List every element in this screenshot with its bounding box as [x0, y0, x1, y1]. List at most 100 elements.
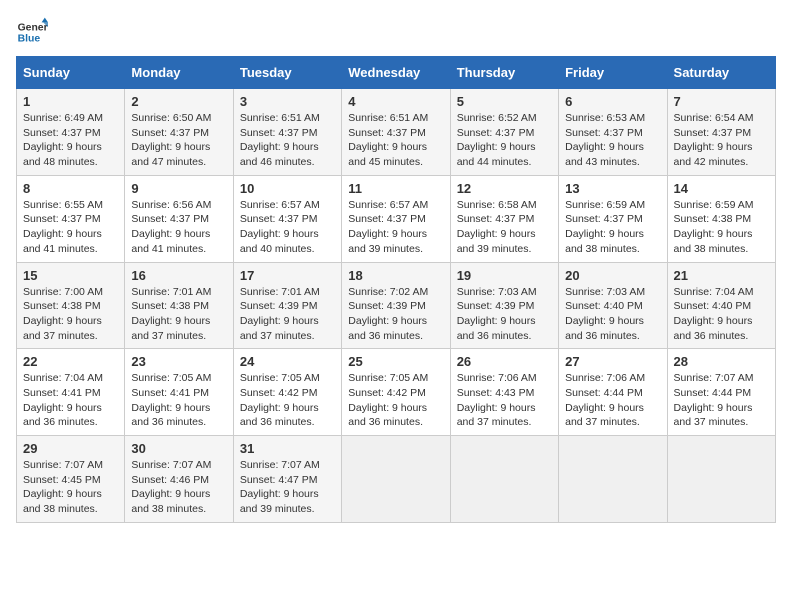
day-info: Sunrise: 6:58 AM Sunset: 4:37 PM Dayligh…	[457, 198, 552, 257]
day-cell: 28 Sunrise: 7:07 AM Sunset: 4:44 PM Dayl…	[667, 349, 775, 436]
day-info: Sunrise: 7:05 AM Sunset: 4:42 PM Dayligh…	[348, 371, 443, 430]
day-cell	[559, 436, 667, 523]
day-cell: 17 Sunrise: 7:01 AM Sunset: 4:39 PM Dayl…	[233, 262, 341, 349]
day-cell	[450, 436, 558, 523]
day-info: Sunrise: 7:04 AM Sunset: 4:41 PM Dayligh…	[23, 371, 118, 430]
day-info: Sunrise: 6:59 AM Sunset: 4:38 PM Dayligh…	[674, 198, 769, 257]
week-row-5: 29 Sunrise: 7:07 AM Sunset: 4:45 PM Dayl…	[17, 436, 776, 523]
day-info: Sunrise: 7:07 AM Sunset: 4:44 PM Dayligh…	[674, 371, 769, 430]
logo: General Blue	[16, 16, 48, 48]
day-cell: 2 Sunrise: 6:50 AM Sunset: 4:37 PM Dayli…	[125, 89, 233, 176]
day-cell: 10 Sunrise: 6:57 AM Sunset: 4:37 PM Dayl…	[233, 175, 341, 262]
day-number: 18	[348, 268, 443, 283]
day-cell: 18 Sunrise: 7:02 AM Sunset: 4:39 PM Dayl…	[342, 262, 450, 349]
day-info: Sunrise: 6:52 AM Sunset: 4:37 PM Dayligh…	[457, 111, 552, 170]
day-info: Sunrise: 6:57 AM Sunset: 4:37 PM Dayligh…	[348, 198, 443, 257]
day-number: 12	[457, 181, 552, 196]
calendar-table: SundayMondayTuesdayWednesdayThursdayFrid…	[16, 56, 776, 523]
day-info: Sunrise: 6:51 AM Sunset: 4:37 PM Dayligh…	[240, 111, 335, 170]
day-number: 21	[674, 268, 769, 283]
day-number: 9	[131, 181, 226, 196]
day-cell: 26 Sunrise: 7:06 AM Sunset: 4:43 PM Dayl…	[450, 349, 558, 436]
day-info: Sunrise: 7:02 AM Sunset: 4:39 PM Dayligh…	[348, 285, 443, 344]
day-cell: 6 Sunrise: 6:53 AM Sunset: 4:37 PM Dayli…	[559, 89, 667, 176]
day-number: 13	[565, 181, 660, 196]
week-row-2: 8 Sunrise: 6:55 AM Sunset: 4:37 PM Dayli…	[17, 175, 776, 262]
day-number: 19	[457, 268, 552, 283]
day-info: Sunrise: 6:56 AM Sunset: 4:37 PM Dayligh…	[131, 198, 226, 257]
day-number: 2	[131, 94, 226, 109]
day-cell: 30 Sunrise: 7:07 AM Sunset: 4:46 PM Dayl…	[125, 436, 233, 523]
day-info: Sunrise: 6:51 AM Sunset: 4:37 PM Dayligh…	[348, 111, 443, 170]
day-cell: 13 Sunrise: 6:59 AM Sunset: 4:37 PM Dayl…	[559, 175, 667, 262]
day-cell: 3 Sunrise: 6:51 AM Sunset: 4:37 PM Dayli…	[233, 89, 341, 176]
day-cell: 27 Sunrise: 7:06 AM Sunset: 4:44 PM Dayl…	[559, 349, 667, 436]
day-cell	[667, 436, 775, 523]
day-number: 23	[131, 354, 226, 369]
day-cell: 31 Sunrise: 7:07 AM Sunset: 4:47 PM Dayl…	[233, 436, 341, 523]
svg-text:General: General	[18, 22, 48, 33]
day-number: 22	[23, 354, 118, 369]
col-header-wednesday: Wednesday	[342, 57, 450, 89]
day-cell: 20 Sunrise: 7:03 AM Sunset: 4:40 PM Dayl…	[559, 262, 667, 349]
week-row-4: 22 Sunrise: 7:04 AM Sunset: 4:41 PM Dayl…	[17, 349, 776, 436]
day-info: Sunrise: 7:05 AM Sunset: 4:42 PM Dayligh…	[240, 371, 335, 430]
day-info: Sunrise: 6:49 AM Sunset: 4:37 PM Dayligh…	[23, 111, 118, 170]
col-header-sunday: Sunday	[17, 57, 125, 89]
logo-icon: General Blue	[16, 16, 48, 48]
day-number: 4	[348, 94, 443, 109]
day-cell: 23 Sunrise: 7:05 AM Sunset: 4:41 PM Dayl…	[125, 349, 233, 436]
day-cell: 22 Sunrise: 7:04 AM Sunset: 4:41 PM Dayl…	[17, 349, 125, 436]
day-cell: 1 Sunrise: 6:49 AM Sunset: 4:37 PM Dayli…	[17, 89, 125, 176]
day-number: 26	[457, 354, 552, 369]
day-info: Sunrise: 7:03 AM Sunset: 4:40 PM Dayligh…	[565, 285, 660, 344]
day-info: Sunrise: 6:53 AM Sunset: 4:37 PM Dayligh…	[565, 111, 660, 170]
svg-text:Blue: Blue	[18, 34, 41, 45]
day-cell: 24 Sunrise: 7:05 AM Sunset: 4:42 PM Dayl…	[233, 349, 341, 436]
day-cell: 25 Sunrise: 7:05 AM Sunset: 4:42 PM Dayl…	[342, 349, 450, 436]
day-info: Sunrise: 6:57 AM Sunset: 4:37 PM Dayligh…	[240, 198, 335, 257]
col-header-thursday: Thursday	[450, 57, 558, 89]
header: General Blue	[16, 16, 776, 48]
day-number: 17	[240, 268, 335, 283]
day-info: Sunrise: 7:01 AM Sunset: 4:39 PM Dayligh…	[240, 285, 335, 344]
col-header-monday: Monday	[125, 57, 233, 89]
day-number: 14	[674, 181, 769, 196]
day-number: 27	[565, 354, 660, 369]
col-header-tuesday: Tuesday	[233, 57, 341, 89]
day-info: Sunrise: 6:54 AM Sunset: 4:37 PM Dayligh…	[674, 111, 769, 170]
day-cell: 9 Sunrise: 6:56 AM Sunset: 4:37 PM Dayli…	[125, 175, 233, 262]
day-info: Sunrise: 6:55 AM Sunset: 4:37 PM Dayligh…	[23, 198, 118, 257]
day-info: Sunrise: 7:07 AM Sunset: 4:47 PM Dayligh…	[240, 458, 335, 517]
day-cell: 19 Sunrise: 7:03 AM Sunset: 4:39 PM Dayl…	[450, 262, 558, 349]
col-header-friday: Friday	[559, 57, 667, 89]
day-number: 20	[565, 268, 660, 283]
day-cell: 16 Sunrise: 7:01 AM Sunset: 4:38 PM Dayl…	[125, 262, 233, 349]
day-number: 30	[131, 441, 226, 456]
day-number: 24	[240, 354, 335, 369]
week-row-1: 1 Sunrise: 6:49 AM Sunset: 4:37 PM Dayli…	[17, 89, 776, 176]
day-cell: 7 Sunrise: 6:54 AM Sunset: 4:37 PM Dayli…	[667, 89, 775, 176]
week-row-3: 15 Sunrise: 7:00 AM Sunset: 4:38 PM Dayl…	[17, 262, 776, 349]
day-number: 1	[23, 94, 118, 109]
day-number: 31	[240, 441, 335, 456]
day-info: Sunrise: 7:07 AM Sunset: 4:45 PM Dayligh…	[23, 458, 118, 517]
header-row: SundayMondayTuesdayWednesdayThursdayFrid…	[17, 57, 776, 89]
day-number: 8	[23, 181, 118, 196]
day-cell	[342, 436, 450, 523]
day-number: 11	[348, 181, 443, 196]
day-number: 3	[240, 94, 335, 109]
day-cell: 21 Sunrise: 7:04 AM Sunset: 4:40 PM Dayl…	[667, 262, 775, 349]
day-info: Sunrise: 7:00 AM Sunset: 4:38 PM Dayligh…	[23, 285, 118, 344]
day-info: Sunrise: 6:59 AM Sunset: 4:37 PM Dayligh…	[565, 198, 660, 257]
day-number: 5	[457, 94, 552, 109]
day-info: Sunrise: 7:06 AM Sunset: 4:43 PM Dayligh…	[457, 371, 552, 430]
day-info: Sunrise: 7:06 AM Sunset: 4:44 PM Dayligh…	[565, 371, 660, 430]
day-number: 25	[348, 354, 443, 369]
day-cell: 15 Sunrise: 7:00 AM Sunset: 4:38 PM Dayl…	[17, 262, 125, 349]
day-number: 28	[674, 354, 769, 369]
day-cell: 12 Sunrise: 6:58 AM Sunset: 4:37 PM Dayl…	[450, 175, 558, 262]
day-cell: 5 Sunrise: 6:52 AM Sunset: 4:37 PM Dayli…	[450, 89, 558, 176]
day-cell: 14 Sunrise: 6:59 AM Sunset: 4:38 PM Dayl…	[667, 175, 775, 262]
day-cell: 8 Sunrise: 6:55 AM Sunset: 4:37 PM Dayli…	[17, 175, 125, 262]
